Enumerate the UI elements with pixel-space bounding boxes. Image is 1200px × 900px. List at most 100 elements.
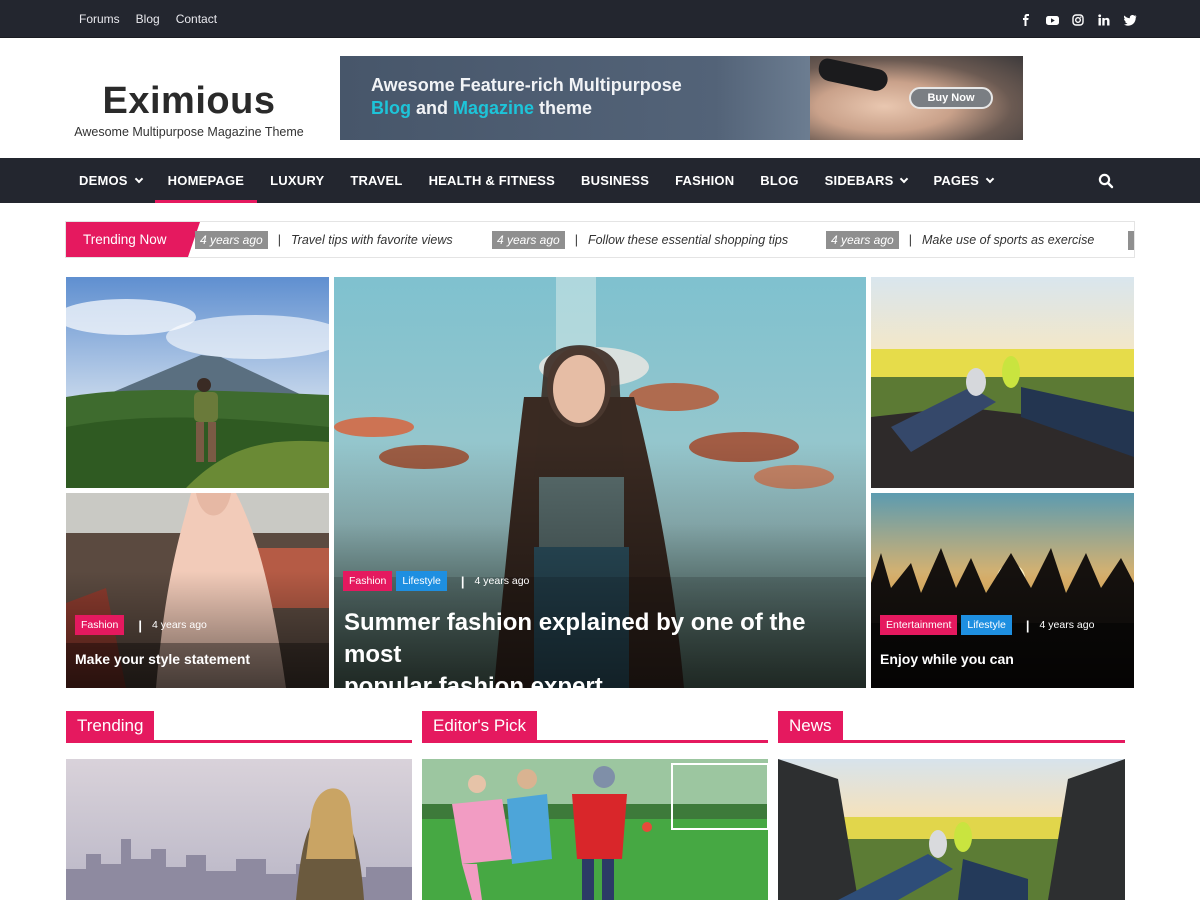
category-badge-lifestyle[interactable]: Lifestyle [396, 571, 447, 591]
ticker-text: Make use of sports as exercise [921, 233, 1095, 247]
header-banner[interactable]: Awesome Feature-rich Multipurpose Blog a… [340, 56, 1023, 140]
category-badge-fashion[interactable]: Fashion [343, 571, 393, 591]
post-tile-mountain[interactable] [66, 277, 329, 488]
nav-item-homepage[interactable]: HOMEPAGE [154, 158, 258, 203]
post-tile-style-statement[interactable]: Fashion | 4 years ago Make your style st… [66, 493, 329, 688]
ticker-item[interactable]: 4 years ago | Follow these essential shopp… [492, 231, 788, 249]
section-title: Trending [66, 711, 155, 740]
chevron-down-icon [985, 174, 995, 183]
nav-label: BUSINESS [581, 173, 650, 188]
ticker-separator: | [574, 233, 578, 247]
mountain-photo [66, 277, 329, 488]
banner-line-1: Awesome Feature-rich Multipurpose [371, 75, 682, 95]
ticker-time-badge: 4 years ago [195, 231, 268, 249]
nav-item-fashion[interactable]: FASHION [662, 158, 747, 203]
nav-item-blog[interactable]: BLOG [747, 158, 811, 203]
nav-item-sidebars[interactable]: SIDEBARS [812, 158, 921, 203]
nav-label: HEALTH & FITNESS [428, 173, 556, 188]
meta-separator: | [460, 573, 465, 589]
ticker-separator: | [277, 233, 281, 247]
ticker-label: Trending Now [66, 222, 200, 257]
post-meta: Fashion | 4 years ago [75, 615, 207, 635]
banner-word-theme: theme [534, 98, 593, 118]
nav-menu: DEMOS HOMEPAGE LUXURY TRAVEL HEALTH & FI… [66, 158, 1006, 203]
site-branding: Eximious Awesome Multipurpose Magazine T… [64, 80, 314, 139]
post-meta: Entertainment Lifestyle | 4 years ago [880, 615, 1094, 635]
ticker-text: Travel tips with favorite views [290, 233, 453, 247]
section-editors-pick: Editor's Pick [422, 711, 768, 743]
nav-label: FASHION [675, 173, 735, 188]
banner-word-magazine: Magazine [453, 98, 535, 118]
main-navigation: DEMOS HOMEPAGE LUXURY TRAVEL HEALTH & FI… [0, 158, 1200, 203]
instagram-icon[interactable] [1072, 13, 1084, 26]
trending-ticker: Trending Now 4 years ago | Travel tips wit… [65, 221, 1135, 258]
kids-soccer-photo [422, 759, 768, 900]
post-date: 4 years ago [1039, 619, 1095, 631]
banner-line-2: Blog and Magazine theme [371, 98, 592, 119]
category-badge-entertainment[interactable]: Entertainment [880, 615, 958, 635]
top-link-forums[interactable]: Forums [79, 12, 120, 26]
post-tile-enjoy[interactable]: Entertainment Lifestyle | 4 years ago En… [871, 493, 1134, 688]
nav-item-business[interactable]: BUSINESS [568, 158, 662, 203]
nav-label: PAGES [933, 173, 979, 188]
post-date: 4 years ago [152, 619, 207, 631]
nav-label: BLOG [760, 173, 799, 188]
nav-label: DEMOS [79, 173, 128, 188]
city-photo [66, 759, 412, 900]
section-title: Editor's Pick [422, 711, 537, 740]
meta-separator: | [138, 617, 142, 633]
banner-word-and: and [411, 98, 454, 118]
top-link-contact[interactable]: Contact [176, 12, 217, 26]
post-date: 4 years ago [474, 575, 530, 587]
nav-label: TRAVEL [350, 173, 403, 188]
facebook-icon[interactable] [1020, 13, 1032, 26]
section-news: News [778, 711, 1125, 743]
editors-pick-thumbnail[interactable] [422, 759, 768, 900]
post-title[interactable]: Summer fashion explained by one of the m… [344, 607, 866, 688]
post-tile-sunset-field[interactable] [871, 277, 1134, 488]
nav-label: HOMEPAGE [167, 173, 245, 188]
nav-label: SIDEBARS [824, 173, 894, 188]
post-title-line-1: Summer fashion explained by one of the m… [344, 609, 806, 668]
top-links: Forums Blog Contact [79, 0, 217, 38]
post-tile-summer-fashion[interactable]: Fashion Lifestyle | 4 years ago Summer f… [334, 277, 866, 688]
post-title[interactable]: Enjoy while you can [880, 651, 1014, 667]
chevron-down-icon [900, 174, 909, 183]
ticker-time-badge: 4 years ago [492, 231, 565, 249]
nav-item-travel[interactable]: TRAVEL [337, 158, 415, 203]
site-title[interactable]: Eximious [64, 80, 314, 123]
post-title-line-2: popular fashion expert [344, 673, 603, 688]
section-trending: Trending [66, 711, 412, 743]
nav-item-demos[interactable]: DEMOS [66, 158, 155, 203]
ticker-next-badge [1128, 231, 1134, 250]
top-link-blog[interactable]: Blog [136, 12, 160, 26]
ticker-separator: | [908, 233, 912, 247]
ticker-item[interactable]: 4 years ago | Travel tips with favorite vi… [195, 231, 453, 249]
search-icon[interactable] [1098, 173, 1114, 189]
buy-now-button[interactable]: Buy Now [909, 87, 993, 109]
tent-view-photo [778, 759, 1125, 900]
chevron-down-icon [134, 174, 143, 183]
youtube-icon[interactable] [1046, 13, 1059, 25]
linkedin-icon[interactable] [1098, 13, 1110, 26]
nav-item-health-fitness[interactable]: HEALTH & FITNESS [416, 158, 568, 203]
twitter-icon[interactable] [1124, 13, 1137, 26]
trending-thumbnail[interactable] [66, 759, 412, 900]
nav-label: LUXURY [270, 173, 325, 188]
banner-word-blog: Blog [371, 98, 411, 118]
post-title[interactable]: Make your style statement [75, 651, 250, 667]
legs-field-photo [871, 277, 1134, 488]
site-tagline: Awesome Multipurpose Magazine Theme [74, 125, 304, 139]
ticker-item[interactable]: 4 years ago | Make use of sports as exerci… [826, 231, 1094, 249]
news-thumbnail[interactable] [778, 759, 1125, 900]
social-links [1020, 0, 1137, 38]
category-badge-lifestyle[interactable]: Lifestyle [961, 615, 1012, 635]
nav-item-luxury[interactable]: LUXURY [257, 158, 337, 203]
category-badge-fashion[interactable]: Fashion [75, 615, 125, 635]
post-meta: Fashion Lifestyle | 4 years ago [343, 571, 529, 591]
meta-separator: | [1025, 617, 1030, 633]
nav-item-pages[interactable]: PAGES [920, 158, 1006, 203]
top-bar: Forums Blog Contact [0, 0, 1200, 38]
section-title: News [778, 711, 843, 740]
ticker-text: Follow these essential shopping tips [587, 233, 789, 247]
